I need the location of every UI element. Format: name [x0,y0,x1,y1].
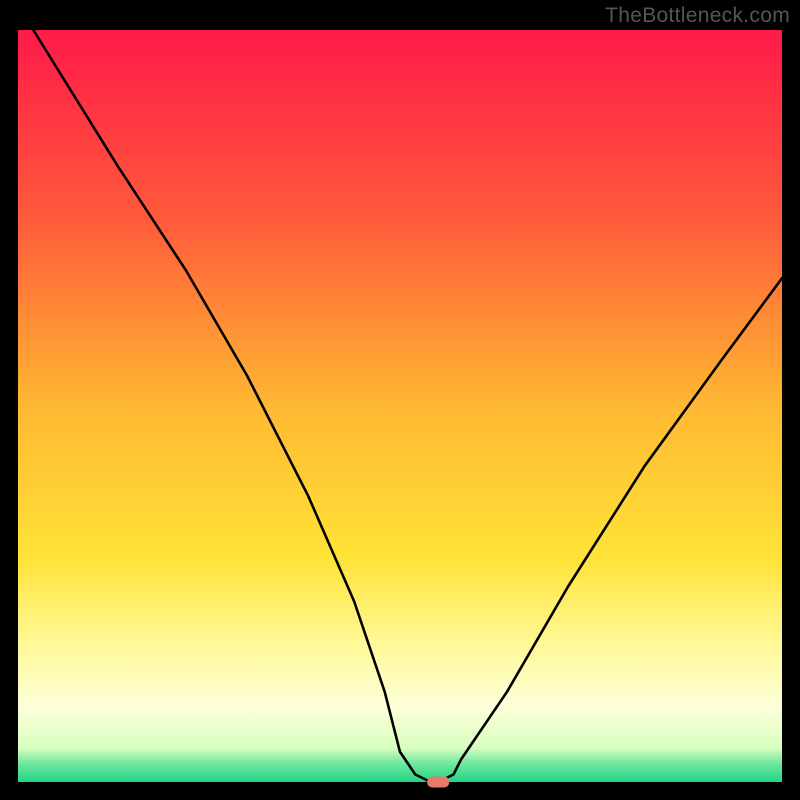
optimum-marker [427,777,449,788]
watermark-label: TheBottleneck.com [605,4,790,28]
bottleneck-chart [0,0,800,800]
plot-background [18,30,782,782]
chart-container: TheBottleneck.com [0,0,800,800]
